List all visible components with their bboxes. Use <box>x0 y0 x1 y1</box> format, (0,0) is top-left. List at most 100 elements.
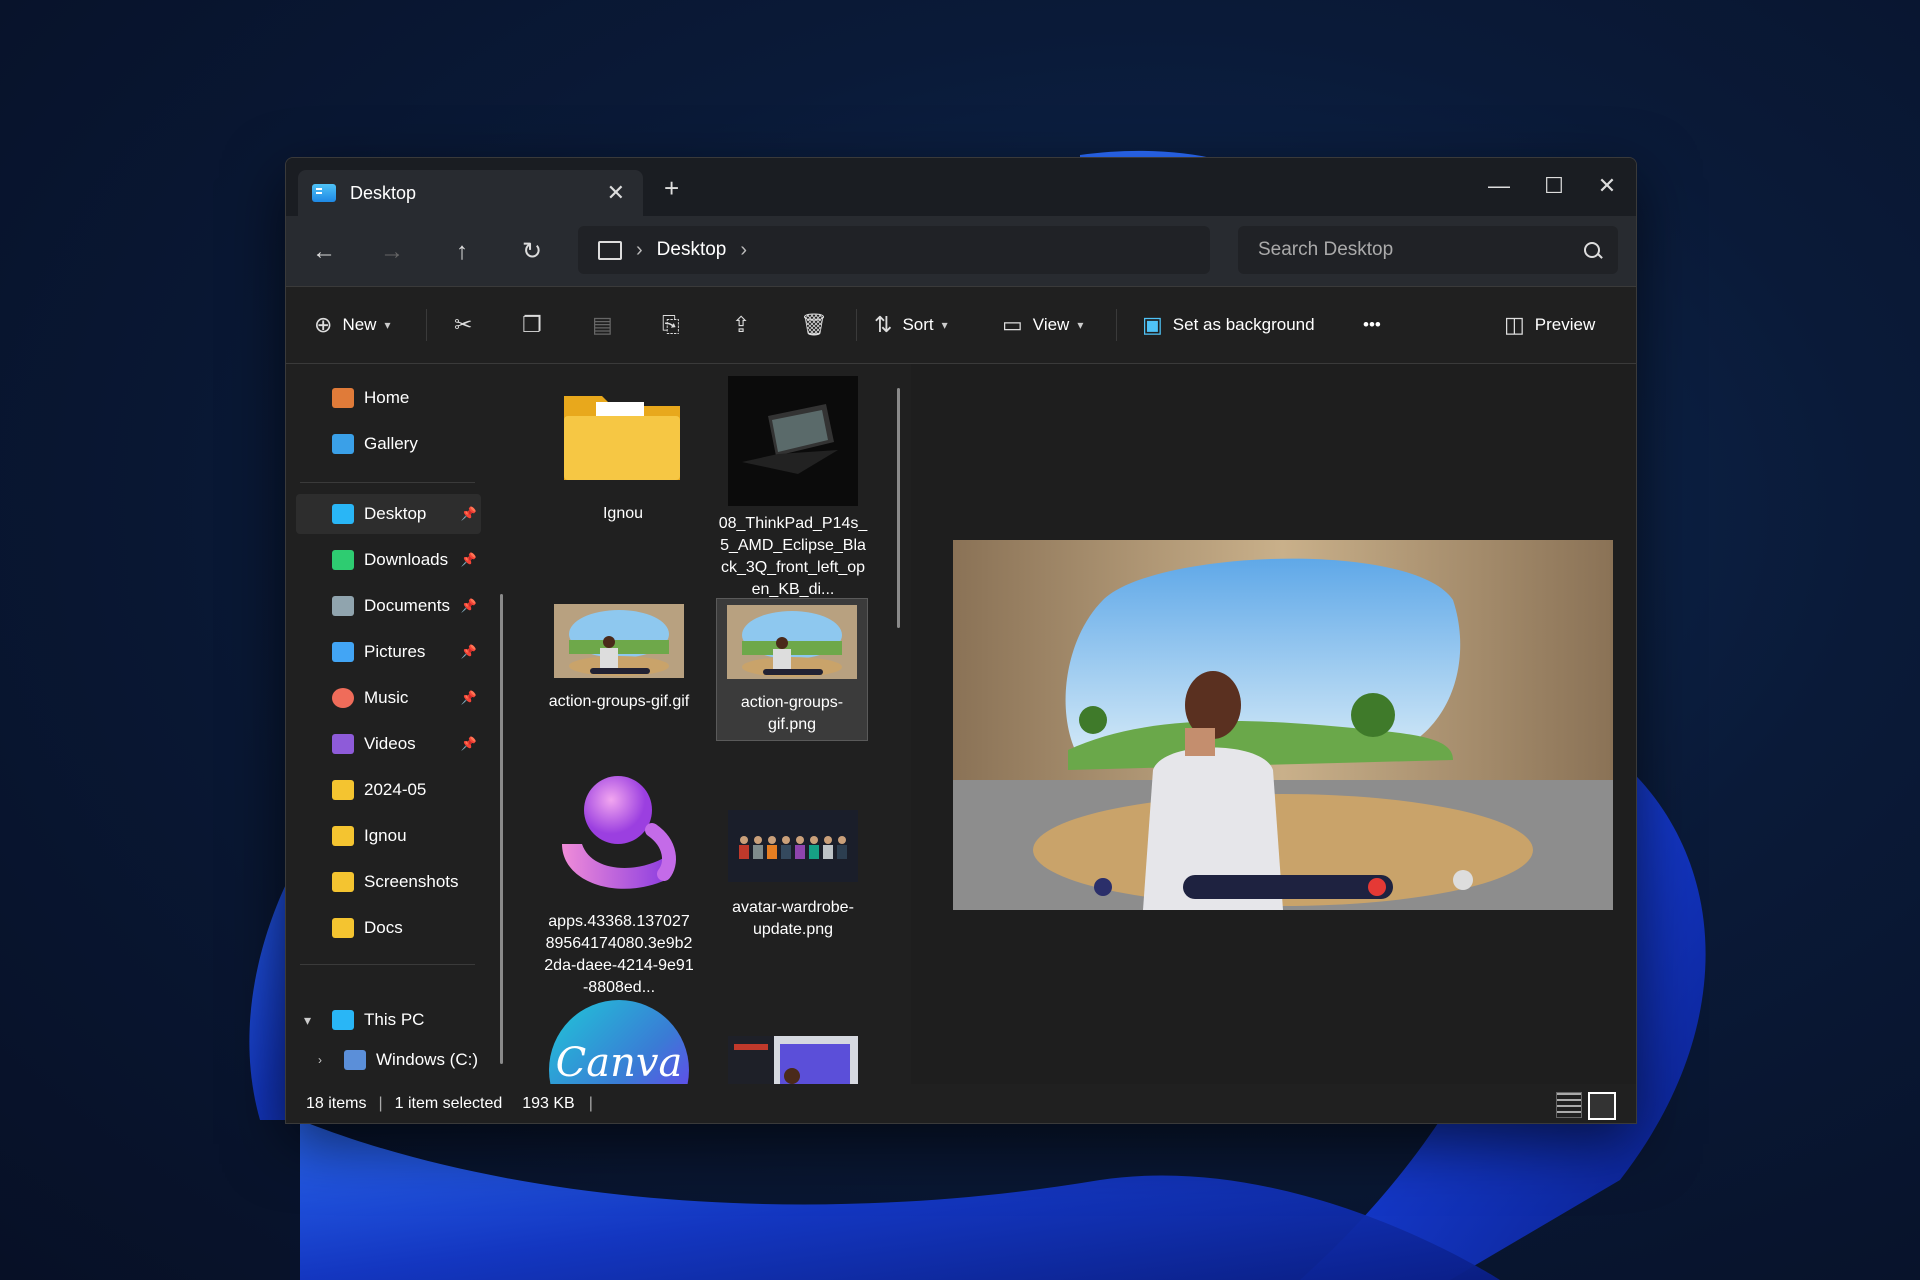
preview-pane <box>911 364 1636 1084</box>
sidebar-item-ignou[interactable]: Ignou <box>296 816 481 856</box>
pictures-icon <box>332 642 354 662</box>
file-item-canva[interactable]: Canva <box>544 1000 694 1084</box>
search-input[interactable]: Search Desktop <box>1258 239 1584 261</box>
desktop-icon <box>332 504 354 524</box>
download-icon <box>332 550 354 570</box>
pin-icon[interactable]: 📌 <box>461 644 477 660</box>
new-button[interactable]: ⊕ New ▾ <box>314 307 390 343</box>
sidebar-item-videos[interactable]: Videos 📌 <box>296 724 481 764</box>
preview-pane-button[interactable]: ◫ Preview <box>1504 307 1595 343</box>
search-box[interactable]: Search Desktop <box>1238 226 1618 274</box>
file-item-thinkpad[interactable]: 08_ThinkPad_P14s_5_AMD_Eclipse_Black_3Q_… <box>718 376 868 601</box>
sort-button[interactable]: ⇅ Sort ▾ <box>874 307 948 343</box>
sort-icon: ⇅ <box>874 312 893 337</box>
folder-icon <box>332 780 354 800</box>
sidebar-item-music[interactable]: Music 📌 <box>296 678 481 718</box>
set-as-background-label: Set as background <box>1172 315 1315 334</box>
sidebar-scrollbar[interactable] <box>500 594 503 1064</box>
sidebar-item-gallery[interactable]: Gallery <box>296 424 481 464</box>
file-name: action-groups-gif.png <box>740 694 844 733</box>
copy-button[interactable]: ❐ <box>522 307 552 343</box>
divider <box>300 964 475 965</box>
address-bar[interactable]: › Desktop › <box>578 226 1210 274</box>
sidebar-item-label: Ignou <box>364 826 407 845</box>
share-button[interactable]: ⇪ <box>732 307 760 343</box>
view-button[interactable]: ▭ View ▾ <box>1002 307 1083 343</box>
trash-icon: 🗑 <box>800 312 828 337</box>
pin-icon[interactable]: 📌 <box>461 598 477 614</box>
breadcrumb-desktop[interactable]: Desktop <box>657 239 727 261</box>
scene-image-thumbnail <box>727 605 857 679</box>
desktop-icon <box>312 184 336 202</box>
sidebar-item-this-pc[interactable]: ▾ This PC <box>296 1000 481 1040</box>
close-window-button[interactable]: ✕ <box>1579 166 1635 206</box>
chevron-right-icon[interactable]: › <box>318 1053 322 1067</box>
folder-icon <box>332 918 354 938</box>
pin-icon[interactable]: 📌 <box>461 736 477 752</box>
file-item-action-groups-gif[interactable]: action-groups-gif.gif <box>544 604 694 713</box>
pin-icon[interactable]: 📌 <box>461 552 477 568</box>
copy-icon: ❐ <box>522 312 542 337</box>
file-list: Ignou 08_ThinkPad_P14s_5_AMD_Eclipse_Bla… <box>518 364 896 1084</box>
sidebar-item-2024-05[interactable]: 2024-05 <box>296 770 481 810</box>
refresh-button[interactable]: ↻ <box>514 234 550 270</box>
clipboard-icon: ▤ <box>592 312 613 337</box>
sidebar-item-downloads[interactable]: Downloads 📌 <box>296 540 481 580</box>
up-button[interactable]: ↑ <box>444 234 480 270</box>
sidebar-item-home[interactable]: Home <box>296 378 481 418</box>
cut-button[interactable]: ✂ <box>454 307 482 343</box>
folder-icon <box>332 826 354 846</box>
forward-button[interactable]: → <box>374 234 410 270</box>
maximize-button[interactable]: ☐ <box>1526 166 1582 206</box>
sidebar-item-pictures[interactable]: Pictures 📌 <box>296 632 481 672</box>
close-tab-icon[interactable]: ✕ <box>607 180 625 206</box>
file-item-avatar-wardrobe[interactable]: avatar-wardrobe-update.png <box>718 810 868 941</box>
preview-label: Preview <box>1534 315 1596 334</box>
rename-button[interactable]: ⎘ <box>662 307 690 343</box>
file-item-apps-icon[interactable]: apps.43368.13702789564174080.3e9b22da-da… <box>544 774 694 999</box>
more-options-button[interactable]: ••• <box>1363 307 1381 343</box>
sidebar-item-docs[interactable]: Docs <box>296 908 481 948</box>
sidebar-item-label: Home <box>364 388 410 407</box>
divider <box>300 482 475 483</box>
sidebar-item-documents[interactable]: Documents 📌 <box>296 586 481 626</box>
divider <box>1116 309 1117 341</box>
pin-icon[interactable]: 📌 <box>461 506 477 522</box>
chevron-down-icon[interactable]: ▾ <box>304 1012 311 1029</box>
tab-desktop[interactable]: Desktop ✕ <box>298 170 643 216</box>
file-list-scrollbar[interactable] <box>897 388 900 628</box>
chevron-down-icon: ▾ <box>384 318 391 332</box>
set-as-background-button[interactable]: ▣ Set as background <box>1142 307 1315 343</box>
pin-icon[interactable]: 📌 <box>461 690 477 706</box>
tab-title: Desktop <box>350 182 417 203</box>
sidebar-item-label: Gallery <box>364 434 418 453</box>
back-button[interactable]: ← <box>306 234 342 270</box>
minimize-button[interactable]: — <box>1471 166 1527 206</box>
new-tab-button[interactable]: + <box>664 173 679 204</box>
delete-button[interactable]: 🗑 <box>800 307 838 343</box>
paste-button[interactable]: ▤ <box>592 307 623 343</box>
chevron-right-icon[interactable]: › <box>740 239 747 262</box>
sidebar-item-label: Desktop <box>364 504 427 523</box>
file-item-ignou[interactable]: Ignou <box>548 376 698 525</box>
canva-logo: Canva <box>549 1000 689 1084</box>
file-item-action-groups-png[interactable]: action-groups-gif.png <box>716 598 868 741</box>
file-name: 08_ThinkPad_P14s_5_AMD_Eclipse_Black_3Q_… <box>718 515 868 598</box>
large-icons-view-button[interactable] <box>1588 1092 1616 1120</box>
share-icon: ⇪ <box>732 312 751 337</box>
sidebar-item-screenshots[interactable]: Screenshots <box>296 862 481 902</box>
file-item-screenshot[interactable] <box>718 1036 868 1084</box>
sidebar-item-label: 2024-05 <box>364 780 427 799</box>
file-name: action-groups-gif.gif <box>548 693 690 710</box>
gallery-icon <box>332 434 354 454</box>
app-icon-thumbnail <box>562 776 676 889</box>
sidebar-item-label: Pictures <box>364 642 426 661</box>
title-bar: Desktop ✕ + — ☐ ✕ <box>286 158 1636 216</box>
status-separator: | <box>588 1094 593 1112</box>
sidebar-item-desktop[interactable]: Desktop 📌 <box>296 494 481 534</box>
details-view-button[interactable] <box>1556 1092 1582 1118</box>
layout-toggle <box>1556 1092 1616 1120</box>
file-name: avatar-wardrobe-update.png <box>732 899 854 938</box>
sidebar-item-windows-drive[interactable]: › Windows (C:) <box>296 1042 481 1078</box>
music-icon <box>332 688 354 708</box>
